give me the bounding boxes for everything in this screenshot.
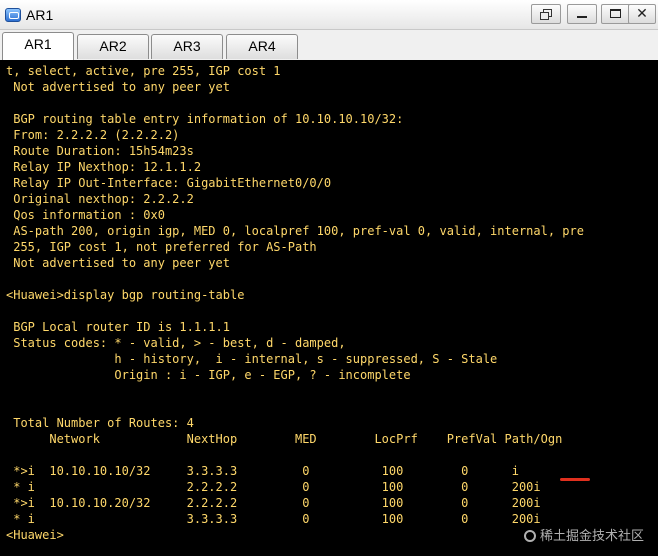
app-icon — [5, 8, 21, 22]
close-icon: ✕ — [636, 6, 648, 22]
route-row: *>i 10.10.10.20/32 2.2.2.2 0 100 0 200i — [6, 496, 541, 510]
terminal-line: 255, IGP cost 1, not preferred for AS-Pa… — [6, 240, 317, 254]
routing-table-header: Network NextHop MED LocPrf PrefVal Path/… — [6, 432, 563, 446]
terminal-line: Original nexthop: 2.2.2.2 — [6, 192, 194, 206]
terminal-line: h - history, i - internal, s - suppresse… — [6, 352, 498, 366]
restore-icon — [540, 9, 552, 20]
terminal-line: Route Duration: 15h54m23s — [6, 144, 194, 158]
terminal-line: From: 2.2.2.2 (2.2.2.2) — [6, 128, 180, 142]
close-button[interactable]: ✕ — [628, 4, 656, 24]
terminal-line: Not advertised to any peer yet — [6, 256, 230, 270]
watermark: 稀土掘金技术社区 — [523, 525, 644, 544]
minimize-icon — [577, 16, 587, 18]
terminal-line: Total Number of Routes: 4 — [6, 416, 194, 430]
route-row: * i 2.2.2.2 0 100 0 200i — [6, 480, 541, 494]
watermark-text: 稀土掘金技术社区 — [539, 529, 644, 544]
terminal-line: BGP Local router ID is 1.1.1.1 — [6, 320, 230, 334]
route-row: * i 3.3.3.3 0 100 0 200i — [6, 512, 541, 526]
tab-ar1[interactable]: AR1 — [2, 32, 74, 60]
tab-ar2[interactable]: AR2 — [77, 34, 149, 59]
red-underline-annotation — [560, 478, 590, 481]
window-titlebar: AR1 ✕ — [0, 0, 658, 30]
terminal-line: <Huawei>display bgp routing-table — [6, 288, 245, 302]
tab-ar4[interactable]: AR4 — [226, 34, 298, 59]
command-prompt: <Huawei> — [6, 528, 64, 542]
terminal-line: AS-path 200, origin igp, MED 0, localpre… — [6, 224, 584, 238]
window-title: AR1 — [26, 7, 54, 23]
device-tab-bar: AR1 AR2 AR3 AR4 — [0, 30, 658, 60]
terminal-line: Qos information : 0x0 — [6, 208, 165, 222]
terminal-console[interactable]: t, select, active, pre 255, IGP cost 1 N… — [0, 60, 658, 556]
terminal-line: Relay IP Nexthop: 12.1.1.2 — [6, 160, 202, 174]
route-row: *>i 10.10.10.10/32 3.3.3.3 0 100 0 i — [6, 464, 519, 478]
maximize-icon — [610, 9, 621, 18]
minimize-button[interactable] — [567, 4, 597, 24]
terminal-line: Not advertised to any peer yet — [6, 80, 230, 94]
terminal-line: Status codes: * - valid, > - best, d - d… — [6, 336, 346, 350]
restore-button[interactable] — [531, 4, 561, 24]
tab-ar3[interactable]: AR3 — [151, 34, 223, 59]
watermark-logo-icon — [523, 530, 536, 542]
maximize-button[interactable] — [601, 4, 631, 24]
terminal-line: t, select, active, pre 255, IGP cost 1 — [6, 64, 281, 78]
terminal-line: Origin : i - IGP, e - EGP, ? - incomplet… — [6, 368, 411, 382]
terminal-line: Relay IP Out-Interface: GigabitEthernet0… — [6, 176, 332, 190]
terminal-line: BGP routing table entry information of 1… — [6, 112, 404, 126]
